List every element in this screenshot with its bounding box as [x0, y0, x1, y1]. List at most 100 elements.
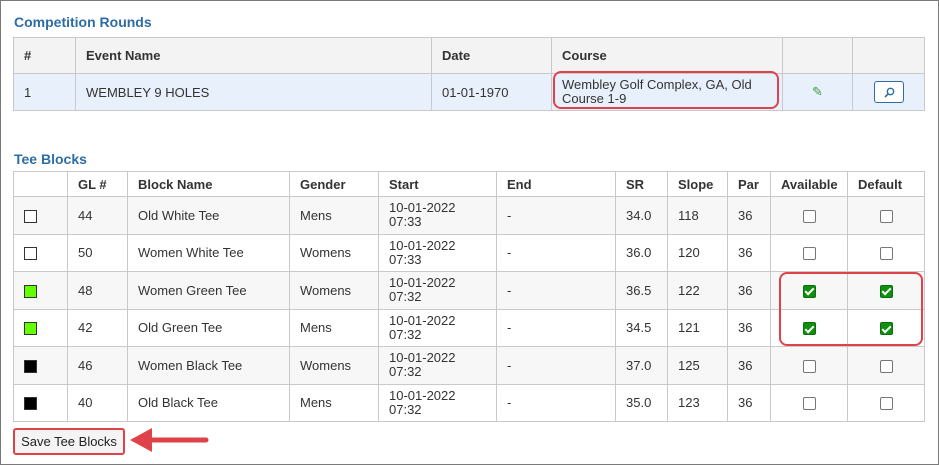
col-header-gender: Gender: [289, 171, 379, 197]
tee-available-cell: [770, 346, 848, 385]
default-checkbox[interactable]: [879, 284, 893, 298]
competition-rounds-title: Competition Rounds: [14, 14, 152, 30]
tee-start-date: 10-01-2022: [389, 275, 456, 291]
tee-start: 10-01-2022 07:33: [378, 196, 497, 235]
tee-par: 36: [727, 346, 771, 385]
round-date: 01-01-1970: [431, 73, 552, 111]
tee-start: 10-01-2022 07:33: [378, 233, 497, 272]
default-checkbox[interactable]: [879, 397, 893, 411]
available-checkbox[interactable]: [802, 247, 816, 261]
col-header-view: [852, 37, 925, 74]
round-number: 1: [13, 73, 76, 111]
tee-blocks-table: GL # Block Name Gender Start End SR Slop…: [13, 171, 925, 422]
col-header-gl: GL #: [67, 171, 128, 197]
tee-gl: 40: [67, 383, 128, 422]
tee-end: -: [496, 383, 616, 422]
available-checkbox[interactable]: [802, 209, 816, 223]
tee-slope: 118: [667, 196, 728, 235]
default-checkbox[interactable]: [879, 247, 893, 261]
col-header-sr: SR: [615, 171, 668, 197]
tee-block-name: Old Green Tee: [127, 308, 290, 347]
col-header-block-name: Block Name: [127, 171, 290, 197]
default-checkbox[interactable]: [879, 322, 893, 336]
tee-gender: Mens: [289, 383, 379, 422]
available-checkbox[interactable]: [802, 397, 816, 411]
col-header-color: [13, 171, 68, 197]
tee-gender: Womens: [289, 271, 379, 310]
tee-slope: 121: [667, 308, 728, 347]
col-header-default: Default: [847, 171, 925, 197]
tee-color-cell: [13, 383, 68, 422]
tee-slope: 125: [667, 346, 728, 385]
tee-block-name: Women Green Tee: [127, 271, 290, 310]
tee-color-swatch: [24, 359, 37, 373]
tee-color-cell: [13, 346, 68, 385]
tee-block-name: Old Black Tee: [127, 383, 290, 422]
round-view-cell: [852, 73, 925, 111]
tee-sr: 34.5: [615, 308, 668, 347]
tee-available-cell: [770, 233, 848, 272]
tee-color-swatch: [24, 284, 37, 298]
tee-blocks-title: Tee Blocks: [14, 151, 87, 167]
tee-default-cell: [847, 346, 925, 385]
tee-color-cell: [13, 196, 68, 235]
tee-gl: 46: [67, 346, 128, 385]
tee-slope: 122: [667, 271, 728, 310]
tee-color-cell: [13, 271, 68, 310]
rounds-header-row: # Event Name Date Course: [13, 37, 925, 74]
available-checkbox[interactable]: [802, 284, 816, 298]
col-header-available: Available: [770, 171, 848, 197]
tee-slope: 120: [667, 233, 728, 272]
tee-gender: Mens: [289, 308, 379, 347]
tee-gender: Womens: [289, 346, 379, 385]
tee-default-cell: [847, 233, 925, 272]
tee-start: 10-01-2022 07:32: [378, 383, 497, 422]
tee-par: 36: [727, 233, 771, 272]
tee-row: 40 Old Black Tee Mens 10-01-2022 07:32-35.0 1…: [13, 383, 925, 422]
tee-start-date: 10-01-2022: [389, 237, 456, 253]
tee-end: -: [496, 196, 616, 235]
tee-row: 48 Women Green Tee Womens 10-01-2022 07:32-3…: [13, 271, 925, 310]
tee-available-cell: [770, 383, 848, 422]
default-checkbox[interactable]: [879, 209, 893, 223]
tee-sr: 36.5: [615, 271, 668, 310]
tee-end: -: [496, 308, 616, 347]
tee-gl: 48: [67, 271, 128, 310]
pencil-icon[interactable]: ✎: [812, 84, 823, 99]
round-row[interactable]: 1 WEMBLEY 9 HOLES 01-01-1970 Wembley Gol…: [13, 73, 925, 111]
tee-row: 44 Old White Tee Mens 10-01-2022 07:33-34.0 1…: [13, 196, 925, 235]
col-header-date: Date: [431, 37, 552, 74]
tee-row: 50 Women White Tee Womens 10-01-2022 07:33-3…: [13, 233, 925, 272]
col-header-start: Start: [378, 171, 497, 197]
col-header-par: Par: [727, 171, 771, 197]
tee-start-time: 07:33: [389, 251, 422, 267]
tees-header-row: GL # Block Name Gender Start End SR Slop…: [13, 171, 925, 197]
tee-start-time: 07:32: [389, 401, 422, 417]
tee-end: -: [496, 233, 616, 272]
available-checkbox[interactable]: [802, 359, 816, 373]
tee-available-cell: [770, 308, 848, 347]
round-course: Wembley Golf Complex, GA, Old Course 1-9: [551, 73, 783, 111]
tee-start: 10-01-2022 07:32: [378, 346, 497, 385]
col-header-edit: [782, 37, 853, 74]
search-icon: [883, 87, 894, 98]
tee-start-time: 07:33: [389, 214, 422, 230]
tee-start: 10-01-2022 07:32: [378, 308, 497, 347]
save-tee-blocks-button[interactable]: Save Tee Blocks: [13, 428, 125, 455]
tee-gl: 50: [67, 233, 128, 272]
tee-default-cell: [847, 308, 925, 347]
default-checkbox[interactable]: [879, 359, 893, 373]
tee-par: 36: [727, 308, 771, 347]
tee-available-cell: [770, 196, 848, 235]
tee-color-swatch: [24, 397, 37, 411]
view-round-button[interactable]: [873, 81, 904, 103]
col-header-end: End: [496, 171, 616, 197]
tee-block-name: Old White Tee: [127, 196, 290, 235]
tee-gender: Womens: [289, 233, 379, 272]
tee-end: -: [496, 346, 616, 385]
tee-row: 46 Women Black Tee Womens 10-01-2022 07:32-3…: [13, 346, 925, 385]
tee-gl: 42: [67, 308, 128, 347]
available-checkbox[interactable]: [802, 322, 816, 336]
tee-color-cell: [13, 233, 68, 272]
tee-color-swatch: [24, 209, 37, 223]
